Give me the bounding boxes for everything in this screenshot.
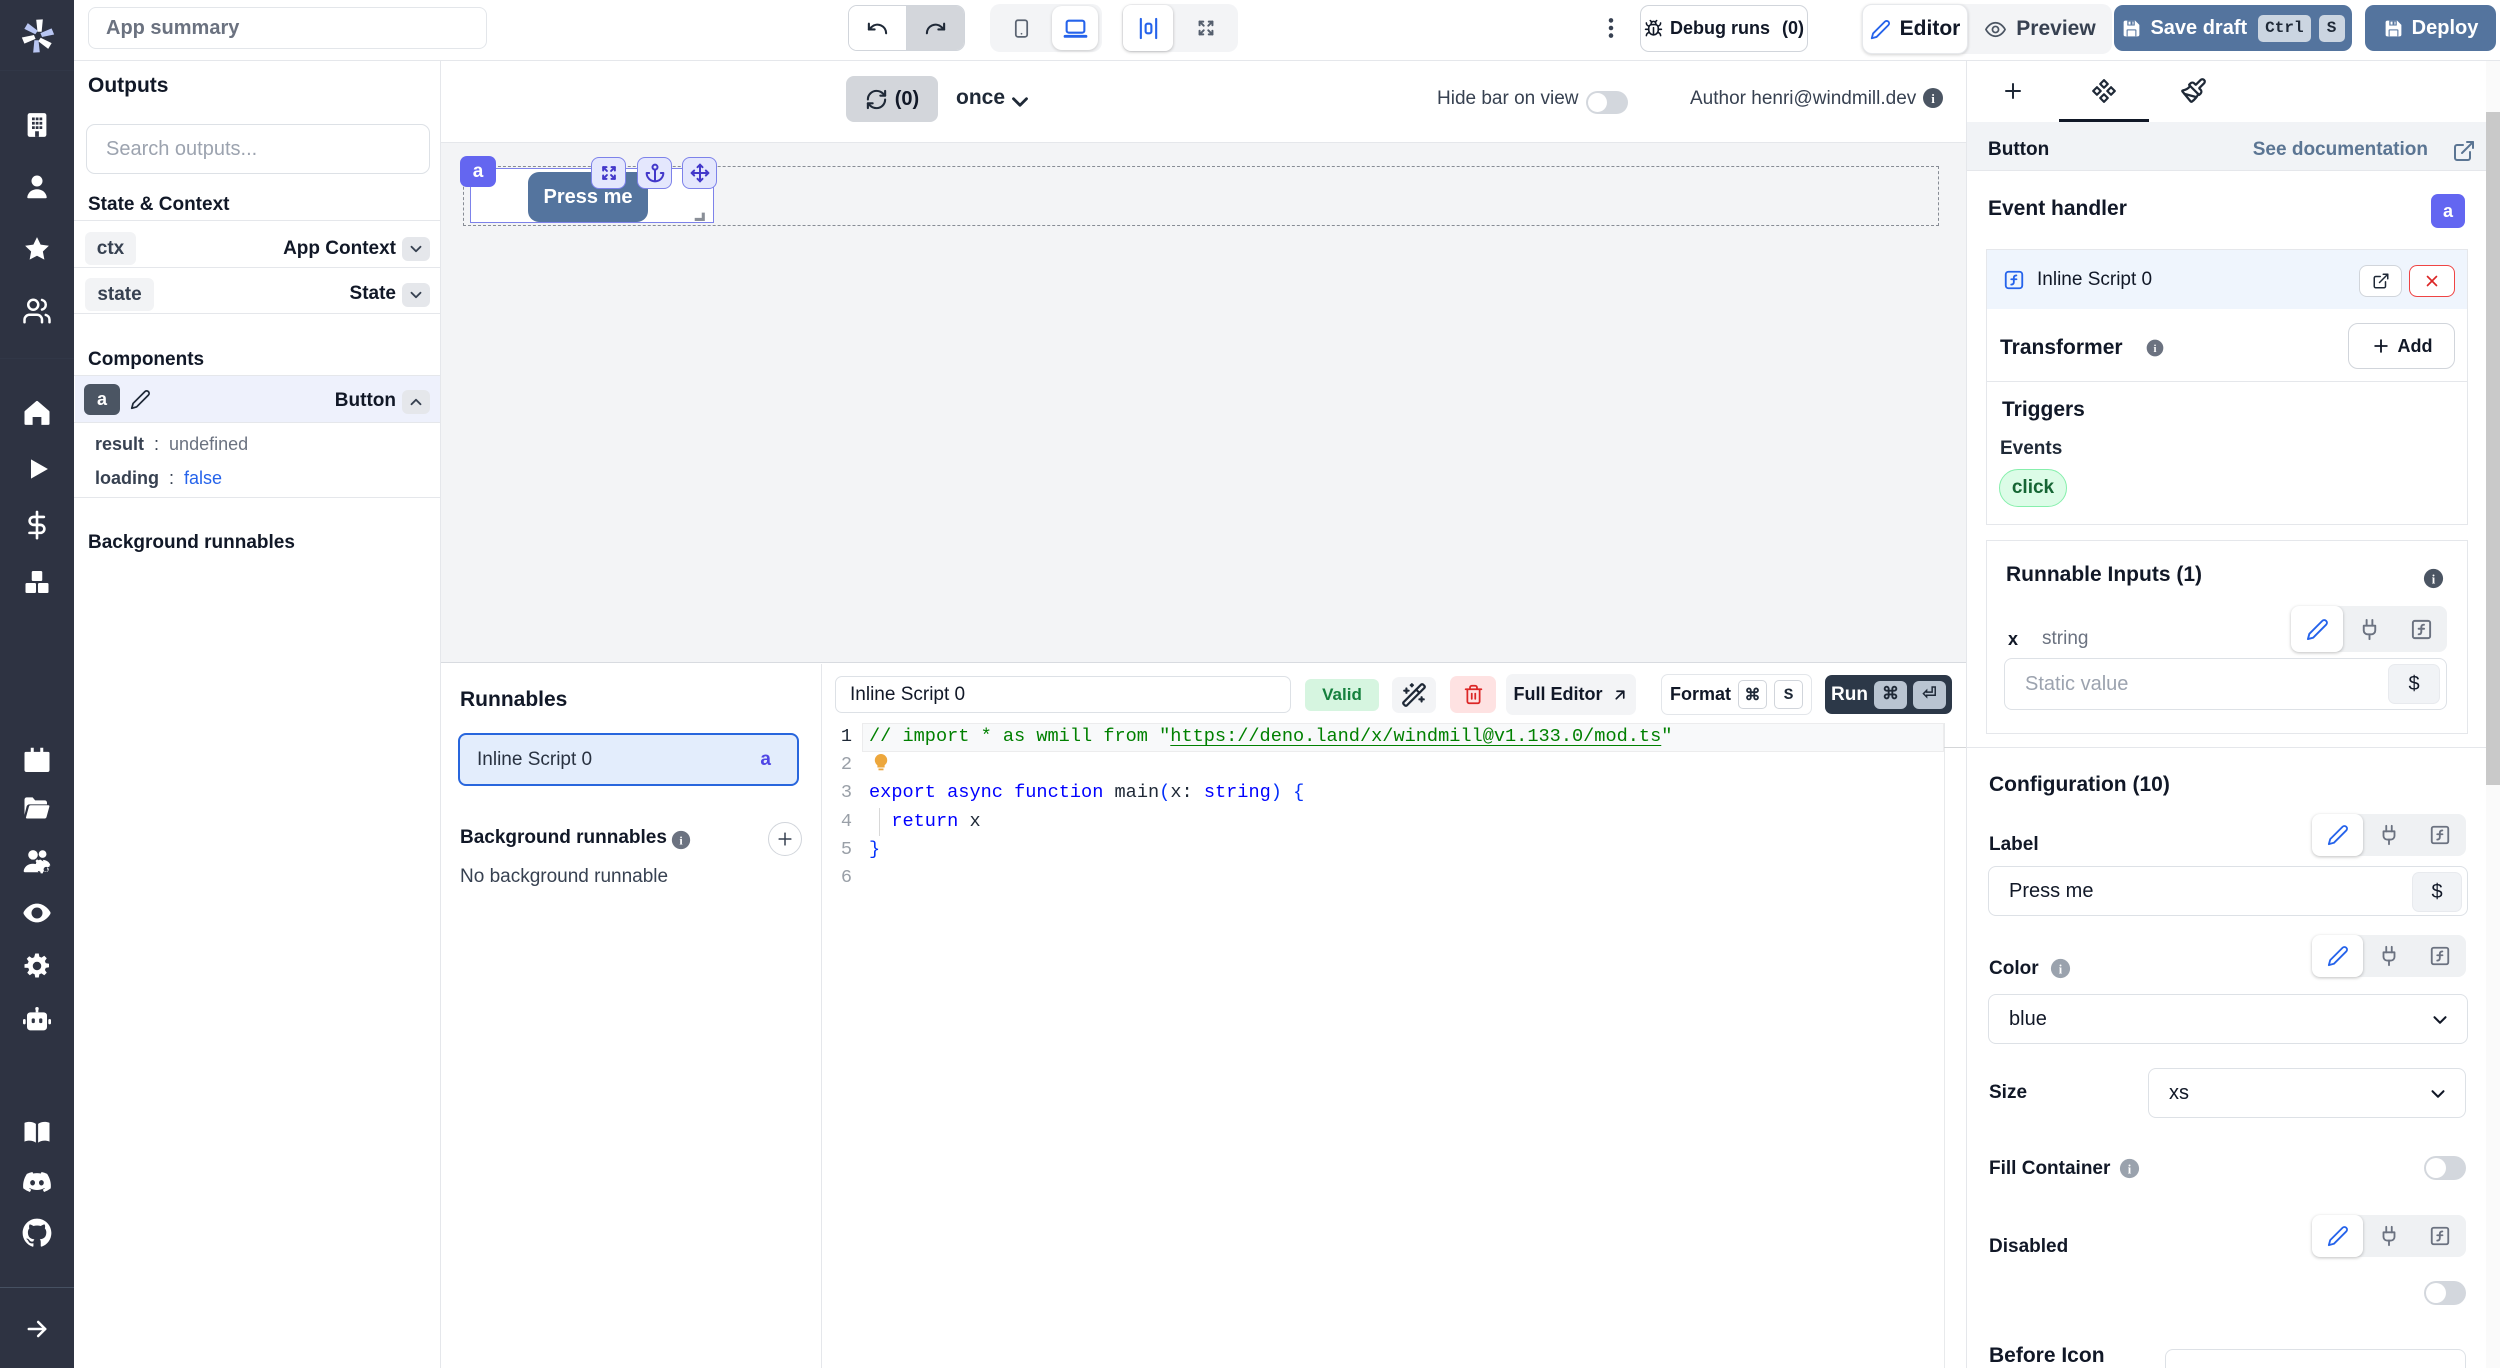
svg-text:i: i <box>2432 572 2436 586</box>
svg-text:i: i <box>2128 1162 2132 1176</box>
svg-text:i: i <box>2153 343 2156 355</box>
svg-text:i: i <box>1931 91 1935 106</box>
svg-text:i: i <box>2059 962 2063 976</box>
